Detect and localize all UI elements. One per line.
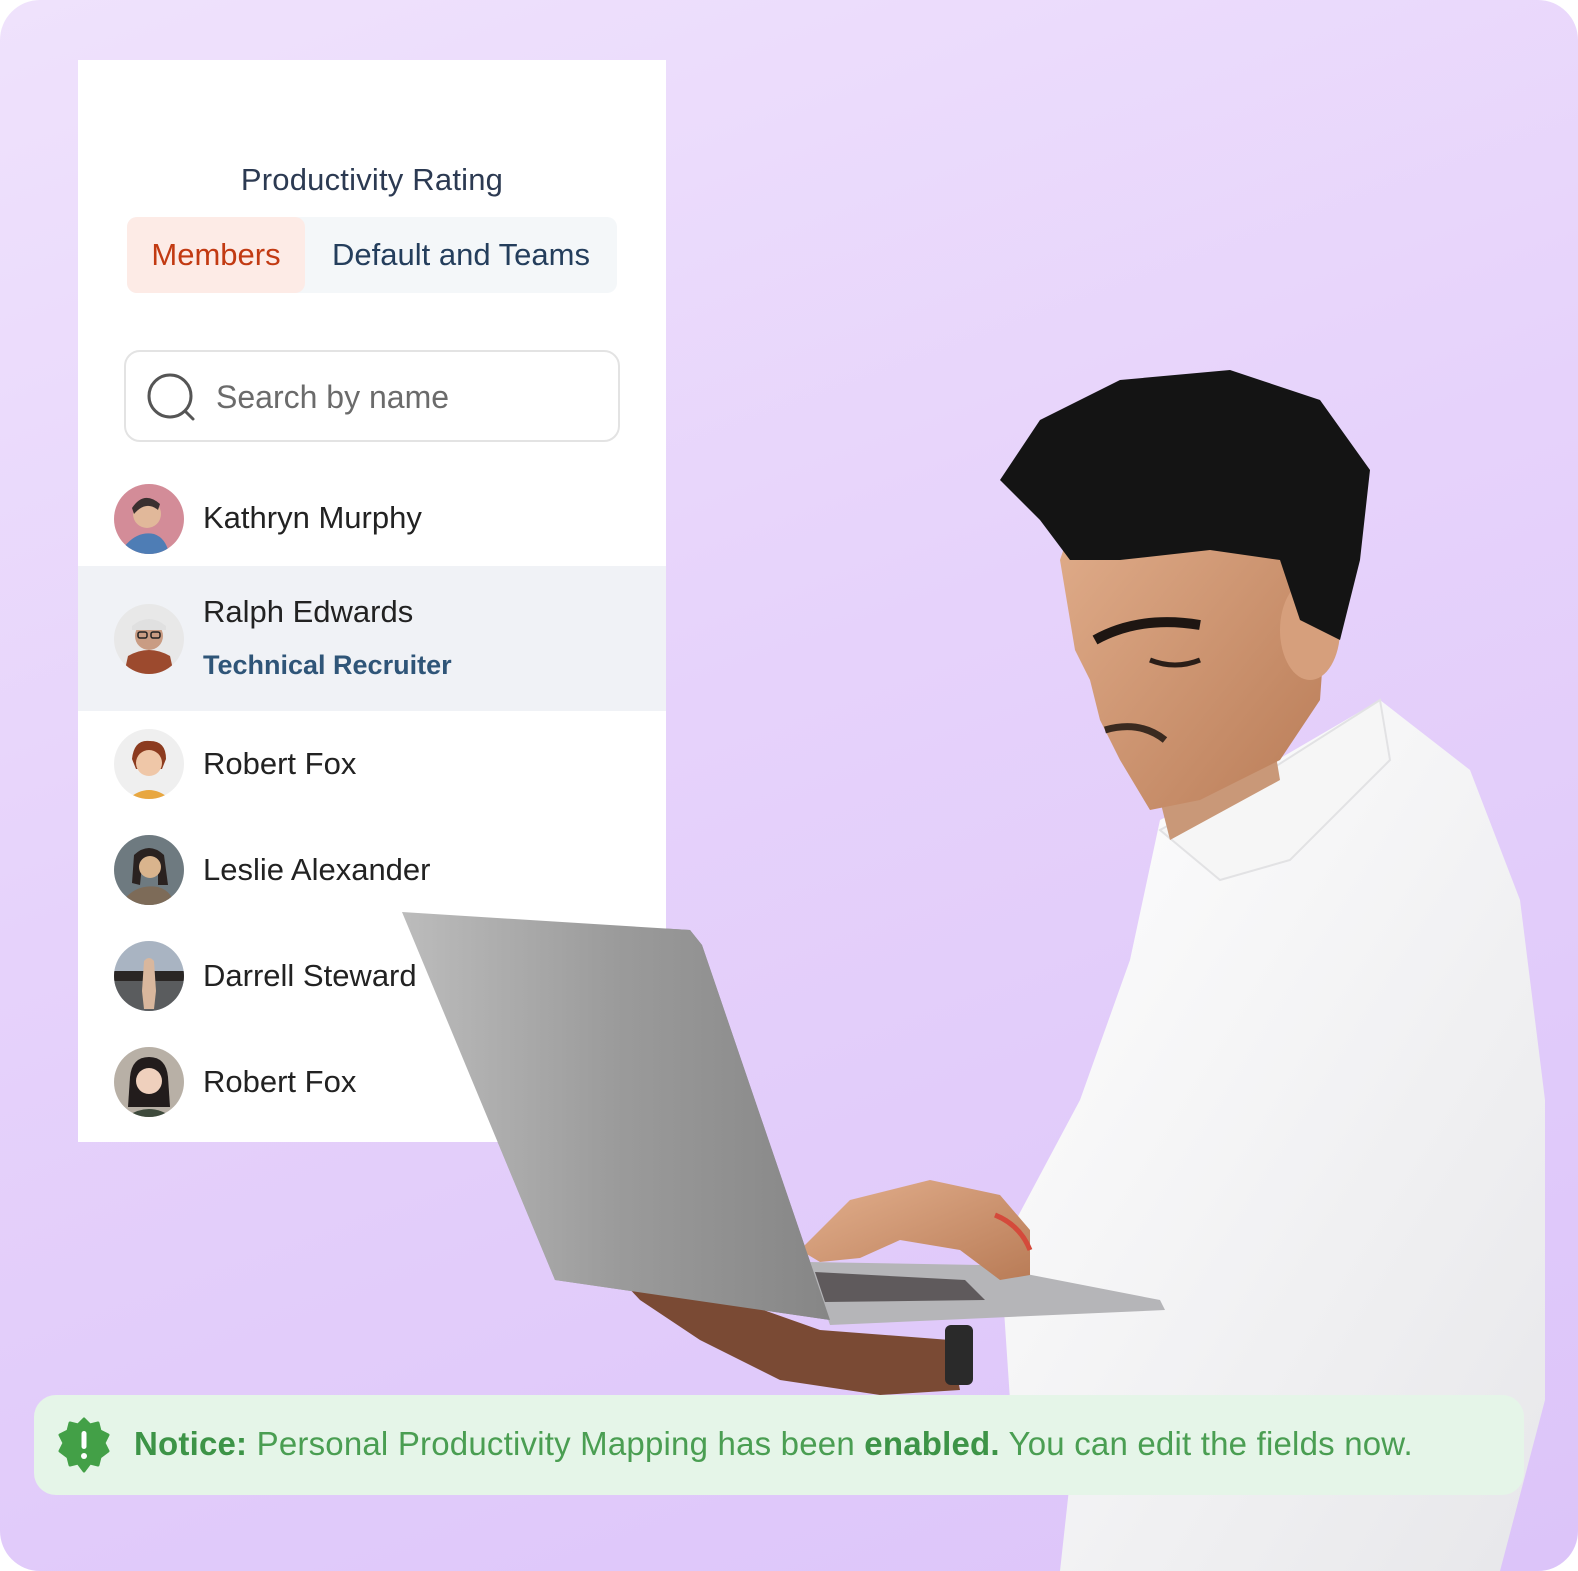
member-name: Leslie Alexander <box>203 852 431 887</box>
member-role: Technical Recruiter <box>203 650 452 680</box>
notice-emphasis: enabled. <box>864 1425 1000 1462</box>
member-row-selected[interactable]: Ralph Edwards Technical Recruiter <box>78 566 666 711</box>
notice-text-before: Personal Productivity Mapping has been <box>247 1425 865 1462</box>
member-name: Robert Fox <box>203 746 357 781</box>
member-name: Ralph Edwards <box>203 594 414 629</box>
member-name: Darrell Steward <box>203 958 417 993</box>
avatar <box>114 484 184 554</box>
notice-message: Notice: Personal Productivity Mapping ha… <box>134 1425 1413 1463</box>
member-row[interactable]: Kathryn Murphy <box>78 472 666 566</box>
avatar <box>114 835 184 905</box>
tab-bar: Members Default and Teams <box>127 217 617 293</box>
tab-members[interactable]: Members <box>127 217 305 293</box>
search-box <box>124 350 620 442</box>
avatar <box>114 729 184 799</box>
member-name: Robert Fox <box>203 1064 357 1099</box>
search-icon <box>147 373 195 421</box>
notice-text-after: You can edit the fields now. <box>999 1425 1413 1462</box>
tab-default-and-teams[interactable]: Default and Teams <box>305 217 617 293</box>
search-input[interactable] <box>216 370 606 424</box>
member-name: Kathryn Murphy <box>203 500 422 535</box>
alert-badge-icon <box>58 1417 110 1473</box>
productivity-rating-panel: Productivity Rating Members Default and … <box>78 60 666 1142</box>
avatar <box>114 604 184 674</box>
avatar <box>114 941 184 1011</box>
avatar <box>114 1047 184 1117</box>
panel-title: Productivity Rating <box>240 162 504 197</box>
notice-banner: Notice: Personal Productivity Mapping ha… <box>34 1395 1524 1495</box>
notice-label: Notice: <box>134 1425 248 1462</box>
member-row[interactable]: Darrell Steward <box>78 923 666 1029</box>
member-row[interactable]: Robert Fox <box>78 1029 666 1135</box>
member-row[interactable]: Leslie Alexander <box>78 817 666 923</box>
member-row[interactable]: Robert Fox <box>78 711 666 817</box>
page-canvas: Productivity Rating Members Default and … <box>0 0 1578 1571</box>
